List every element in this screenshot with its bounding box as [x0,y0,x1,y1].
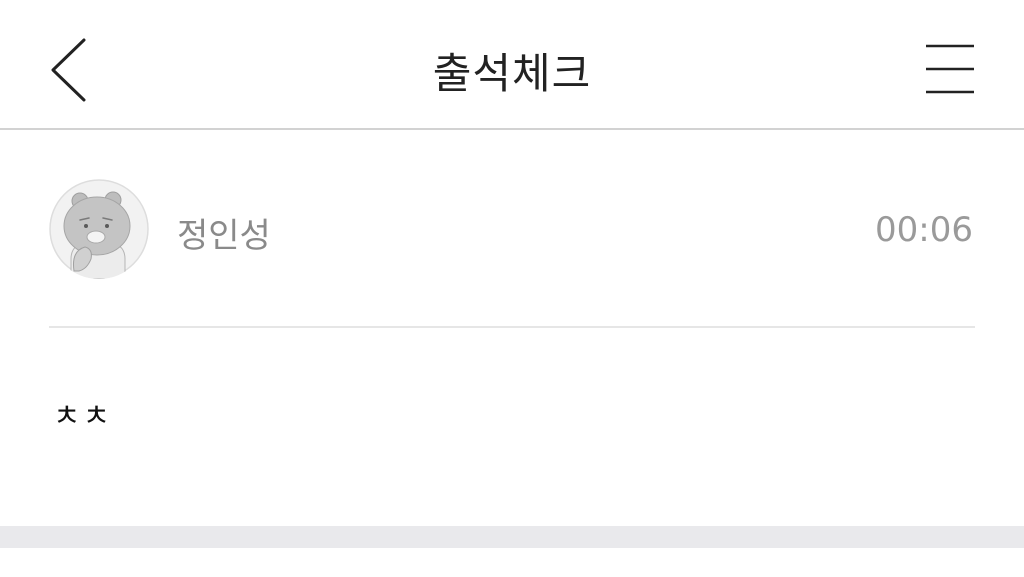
avatar[interactable] [49,179,149,279]
hamburger-menu-icon [926,44,974,94]
bear-character-avatar [49,179,149,279]
author-name[interactable]: 정인성 [177,208,271,257]
menu-button[interactable] [916,36,986,100]
post-meta: 정인성 00:06 [0,130,1024,328]
section-separator [0,526,1024,548]
post-body-text: ㅊㅊ [53,399,113,434]
post-time: 00:06 [875,210,973,250]
top-nav-bar: 출석체크 [0,0,1024,130]
divider [49,326,975,328]
page-title: 출석체크 [432,49,592,98]
